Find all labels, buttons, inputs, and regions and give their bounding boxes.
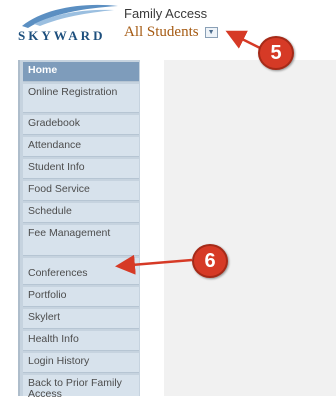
sidebar-item-back-to-prior[interactable]: Back to Prior Family Access	[23, 375, 139, 400]
sidebar-item-schedule[interactable]: Schedule	[23, 203, 139, 223]
callout-badge-6: 6	[192, 244, 228, 278]
sidebar-item-attendance[interactable]: Attendance	[23, 137, 139, 157]
main-content-area	[164, 60, 336, 396]
student-selector[interactable]: All Students ▼	[124, 23, 218, 41]
sidebar-item-online-registration[interactable]: Online Registration	[23, 84, 139, 113]
dropdown-arrow-icon[interactable]: ▼	[204, 26, 218, 38]
sidebar-item-conferences[interactable]: Conferences	[23, 258, 139, 285]
sidebar-item-gradebook[interactable]: Gradebook	[23, 115, 139, 135]
sidebar-item-login-history[interactable]: Login History	[23, 353, 139, 373]
logo-swoosh-icon	[22, 4, 118, 28]
app-title: Family Access	[124, 6, 208, 21]
sidebar-item-food-service[interactable]: Food Service	[23, 181, 139, 201]
callout-badge-5: 5	[258, 36, 294, 70]
sidebar-item-student-info[interactable]: Student Info	[23, 159, 139, 179]
sidebar-nav: Home Online Registration Gradebook Atten…	[18, 60, 140, 400]
sidebar-item-home[interactable]: Home	[23, 62, 139, 82]
sidebar-item-fee-management[interactable]: Fee Management	[23, 225, 139, 256]
skyward-logo: SKYWARD	[14, 4, 118, 46]
sidebar-item-health-info[interactable]: Health Info	[23, 331, 139, 351]
student-selector-label[interactable]: All Students	[124, 24, 199, 41]
sidebar-item-skylert[interactable]: Skylert	[23, 309, 139, 329]
logo-text: SKYWARD	[18, 28, 106, 43]
callout-5-arrow	[225, 30, 261, 50]
sidebar-item-portfolio[interactable]: Portfolio	[23, 287, 139, 307]
